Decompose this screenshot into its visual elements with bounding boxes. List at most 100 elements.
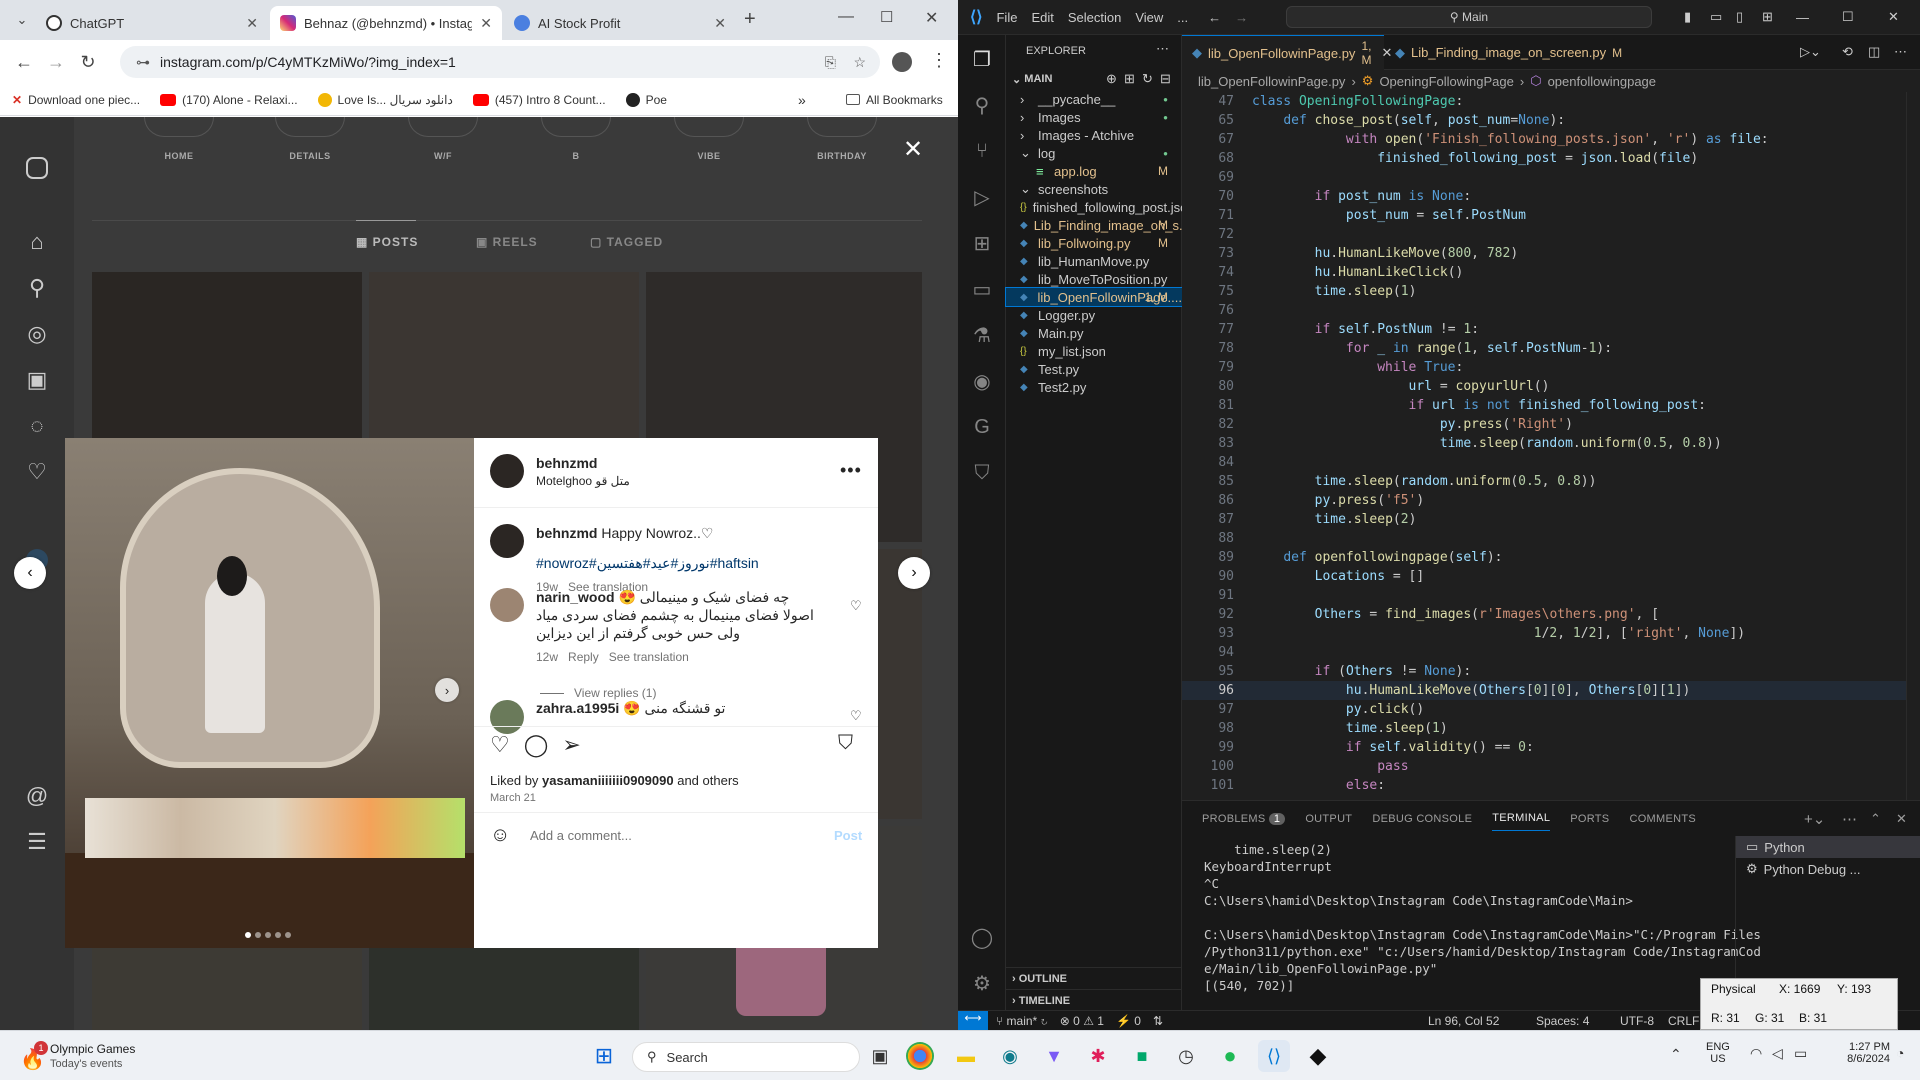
like-heart-icon[interactable]: ♡ bbox=[490, 732, 510, 758]
maximize-icon[interactable]: ☐ bbox=[1842, 9, 1854, 25]
search-icon[interactable]: ⚲ bbox=[24, 275, 50, 301]
emoji-icon[interactable]: ☺ bbox=[490, 824, 510, 847]
tab-search-icon[interactable]: ⌄ bbox=[6, 4, 38, 36]
clock-app-icon[interactable]: ◷ bbox=[1170, 1040, 1202, 1072]
close-icon[interactable]: ✕ bbox=[246, 15, 258, 32]
menu-edit[interactable]: Edit bbox=[1031, 10, 1053, 25]
instagram-logo-icon[interactable] bbox=[26, 157, 48, 179]
avatar[interactable] bbox=[490, 524, 524, 558]
maximize-icon[interactable]: ☐ bbox=[880, 8, 893, 26]
toggle-sidebar-icon[interactable]: ▮ bbox=[1684, 9, 1691, 25]
ports-indicator[interactable]: ⚡ 0 bbox=[1116, 1014, 1141, 1028]
explorer-more-icon[interactable]: ⋯ bbox=[1156, 41, 1169, 57]
gitlens-icon[interactable]: G bbox=[970, 415, 994, 439]
tab-ports[interactable]: PORTS bbox=[1570, 813, 1609, 825]
forward-arrow-icon[interactable]: → bbox=[1235, 10, 1248, 25]
avatar[interactable] bbox=[490, 588, 524, 622]
code-editor[interactable]: 47 class OpeningFollowingPage: 65 def chos… bbox=[1182, 92, 1920, 800]
task-view-icon[interactable]: ▣ bbox=[864, 1040, 896, 1072]
highlight-circle[interactable] bbox=[807, 117, 877, 137]
testing-icon[interactable]: ⚗ bbox=[970, 323, 994, 347]
comment-bubble-icon[interactable]: ◯ bbox=[524, 732, 549, 758]
all-bookmarks[interactable]: All Bookmarks bbox=[846, 93, 943, 107]
workspace-header[interactable]: ⌄ MAIN ⊕ ⊞ ↻ ⊟ bbox=[1006, 68, 1182, 90]
tab-ai-stock-profit[interactable]: AI Stock Profit ✕ bbox=[504, 6, 736, 40]
tab-output[interactable]: OUTPUT bbox=[1305, 813, 1352, 825]
file-tree-item[interactable]: ◆ Main.py bbox=[1006, 324, 1182, 342]
file-tree-item[interactable]: › __pycache__ ● bbox=[1006, 90, 1182, 108]
file-tree-item[interactable]: ◆ Test2.py bbox=[1006, 378, 1182, 396]
git-compare-icon[interactable]: ⟲ bbox=[1842, 44, 1853, 60]
maximize-panel-icon[interactable]: ⌃ bbox=[1870, 811, 1881, 827]
layout-icon[interactable]: ⊞ bbox=[1762, 9, 1773, 25]
editor-tab-active[interactable]: ◆ lib_OpenFollowinPage.py 1, M ✕ bbox=[1182, 35, 1392, 70]
explore-icon[interactable]: ◎ bbox=[24, 321, 50, 347]
outline-section[interactable]: › OUTLINE bbox=[1006, 967, 1182, 989]
file-tree-item[interactable]: › Images - Atchive bbox=[1006, 126, 1182, 144]
line-ending[interactable]: CRLF bbox=[1668, 1014, 1699, 1028]
panel-more-icon[interactable]: ⋯ bbox=[1842, 810, 1857, 828]
encoding[interactable]: UTF-8 bbox=[1620, 1014, 1654, 1028]
terminal-item[interactable]: ▭ Python bbox=[1736, 836, 1920, 858]
tab-reels[interactable]: ▣ REELS bbox=[476, 235, 538, 249]
highlight-circle[interactable] bbox=[541, 117, 611, 137]
new-terminal-icon[interactable]: +⌄ bbox=[1804, 810, 1825, 828]
bookmark-item[interactable]: (457) Intro 8 Count... bbox=[472, 93, 606, 107]
tab-comments[interactable]: COMMENTS bbox=[1629, 813, 1696, 825]
post-location[interactable]: Motelghoo متل قو bbox=[536, 474, 630, 488]
new-tab-button[interactable]: + bbox=[744, 8, 756, 31]
remote-explorer-icon[interactable]: ▭ bbox=[970, 277, 994, 301]
branch-indicator[interactable]: ⑂ main* ↻ bbox=[996, 1014, 1048, 1028]
tab-debug-console[interactable]: DEBUG CONSOLE bbox=[1372, 813, 1472, 825]
minimize-icon[interactable]: — bbox=[1796, 10, 1809, 25]
close-icon[interactable]: ✕ bbox=[480, 15, 492, 32]
avatar[interactable] bbox=[490, 700, 524, 734]
highlight-circle[interactable] bbox=[144, 117, 214, 137]
address-bar[interactable]: ⊶ instagram.com/p/C4yMTKzMiWo/?img_index… bbox=[120, 46, 880, 78]
threads-icon[interactable]: @ bbox=[24, 783, 50, 809]
comment-input[interactable]: Add a comment... bbox=[530, 828, 632, 843]
terminal-output[interactable]: time.sleep(2) KeyboardInterrupt ^C C:\Users… bbox=[1204, 841, 1761, 1011]
tab-tagged[interactable]: ▢ TAGGED bbox=[590, 235, 663, 249]
prev-post-button[interactable]: ‹ bbox=[14, 557, 46, 589]
menu-file[interactable]: File bbox=[996, 10, 1017, 25]
reels-icon[interactable]: ▣ bbox=[24, 367, 50, 393]
refresh-icon[interactable]: ↻ bbox=[1142, 71, 1153, 87]
bookmark-star-icon[interactable]: ☆ bbox=[853, 54, 866, 71]
problems-indicator[interactable]: ⊗ 0 ⚠ 1 bbox=[1060, 1014, 1104, 1028]
tab-posts[interactable]: ▦ POSTS bbox=[356, 235, 418, 249]
site-info-icon[interactable]: ⊶ bbox=[136, 54, 150, 71]
bookmark-item[interactable]: (170) Alone - Relaxi... bbox=[160, 93, 298, 107]
back-arrow-icon[interactable]: ← bbox=[1208, 10, 1221, 25]
forward-arrow-icon[interactable]: → bbox=[40, 46, 72, 78]
bookmark-item[interactable]: Poe bbox=[625, 92, 667, 107]
run-python-icon[interactable]: ▷⌄ bbox=[1800, 44, 1821, 60]
file-tree-item[interactable]: ≡ app.log M bbox=[1006, 162, 1182, 180]
vscode-icon[interactable]: ⟨⟩ bbox=[1258, 1040, 1290, 1072]
windows-start-icon[interactable]: ⊞ bbox=[588, 1040, 620, 1072]
file-tree-item[interactable]: ◆ lib_MoveToPosition.py bbox=[1006, 270, 1182, 288]
close-panel-icon[interactable]: ✕ bbox=[1896, 811, 1907, 827]
close-window-icon[interactable]: ✕ bbox=[1888, 9, 1899, 25]
post-username[interactable]: behnzmd bbox=[536, 455, 630, 471]
menu-view[interactable]: View bbox=[1135, 10, 1163, 25]
bookmarks-overflow-icon[interactable]: » bbox=[798, 92, 806, 108]
accounts-icon[interactable]: ◯ bbox=[970, 925, 994, 949]
menu-more[interactable]: ... bbox=[1177, 10, 1188, 25]
source-control-icon[interactable]: ⑂ bbox=[970, 139, 994, 163]
post-photo[interactable]: › bbox=[65, 438, 474, 948]
clock[interactable]: 1:27 PM 8/6/2024 bbox=[1830, 1041, 1890, 1065]
file-tree-item[interactable]: {} finished_following_post.json bbox=[1006, 198, 1182, 216]
new-folder-icon[interactable]: ⊞ bbox=[1124, 71, 1135, 87]
toggle-secondary-icon[interactable]: ▯ bbox=[1736, 9, 1743, 25]
extensions-icon[interactable]: ⊞ bbox=[970, 231, 994, 255]
bookmark-item[interactable]: Love Is... دانلود سریال bbox=[317, 92, 453, 107]
tab-terminal[interactable]: TERMINAL bbox=[1492, 812, 1551, 831]
carousel-next-icon[interactable]: › bbox=[435, 678, 459, 702]
run-debug-icon[interactable]: ▷ bbox=[970, 185, 994, 209]
timeline-section[interactable]: › TIMELINE bbox=[1006, 989, 1182, 1011]
settings-gear-icon[interactable]: ⚙ bbox=[970, 971, 994, 995]
taskbar-search[interactable]: ⚲ Search bbox=[632, 1042, 860, 1072]
remote-icon[interactable]: ⟷ bbox=[958, 1010, 988, 1031]
file-tree-item[interactable]: ◆ lib_Follwoing.py M bbox=[1006, 234, 1182, 252]
